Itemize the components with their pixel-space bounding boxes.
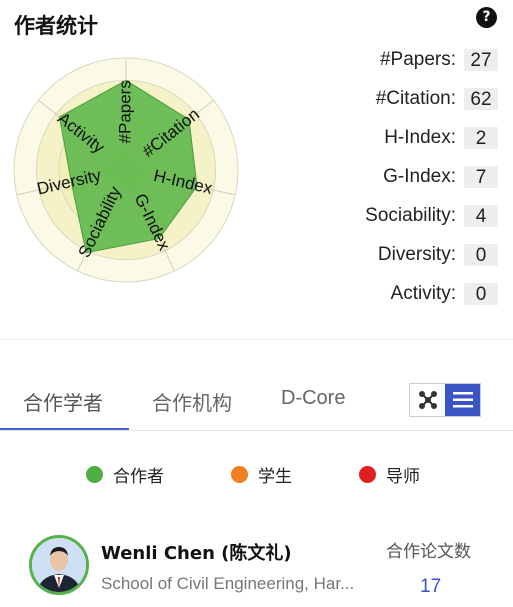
stat-label: Sociability:: [365, 204, 456, 226]
stat-value: 4: [464, 204, 498, 227]
coauthor-name[interactable]: Wenli Chen (陈文礼): [101, 539, 292, 565]
legend-label: 导师: [386, 467, 420, 487]
stat-h-index: H-Index: 2: [248, 118, 498, 157]
tab-d-core[interactable]: D-Core: [281, 387, 345, 410]
legend-dot: [86, 466, 103, 483]
tab-institutions[interactable]: 合作机构: [152, 387, 232, 416]
graph-view-icon[interactable]: [410, 384, 445, 416]
legend-dot: [231, 466, 248, 483]
help-icon[interactable]: ?: [476, 7, 497, 28]
tab-coauthors[interactable]: 合作学者: [23, 387, 103, 416]
stat-label: #Papers:: [379, 48, 456, 70]
stat-label: #Citation:: [375, 87, 456, 109]
coauthored-papers-count[interactable]: 17: [420, 576, 441, 598]
legend-dot: [359, 466, 376, 483]
legend-label: 合作者: [113, 467, 164, 487]
stat-value: 62: [464, 87, 498, 110]
stat-g-index: G-Index: 7: [248, 157, 498, 196]
stat-citation: #Citation: 62: [248, 79, 498, 118]
stat-value: 27: [464, 48, 498, 71]
legend-student: 学生: [231, 462, 292, 487]
legend-coauthor: 合作者: [86, 462, 164, 487]
legend-advisor: 导师: [359, 462, 420, 487]
coauthor-list-item[interactable]: Wenli Chen (陈文礼) School of Civil Enginee…: [0, 532, 513, 607]
page-title: 作者统计: [14, 14, 98, 38]
stat-sociability: Sociability: 4: [248, 196, 498, 235]
legend-label: 学生: [258, 467, 292, 487]
stat-diversity: Diversity: 0: [248, 235, 498, 274]
stats-panel: #Papers: 27 #Citation: 62 H-Index: 2 G-Inde…: [248, 40, 498, 313]
stat-value: 2: [464, 126, 498, 149]
radar-axis-label: #Papers: [115, 80, 134, 143]
stat-value: 7: [464, 165, 498, 188]
stat-label: G-Index:: [383, 165, 456, 187]
radar-chart: #Papers #CitationH-IndexG-IndexSociabilit…: [13, 57, 239, 283]
stat-activity: Activity: 0: [248, 274, 498, 313]
avatar[interactable]: [29, 535, 89, 595]
view-toggle: [409, 383, 481, 417]
active-tab-indicator: [0, 428, 129, 430]
stat-label: Diversity:: [377, 243, 456, 265]
list-view-icon[interactable]: [445, 384, 480, 416]
stat-value: 0: [464, 243, 498, 266]
stat-papers: #Papers: 27: [248, 40, 498, 79]
divider: [0, 339, 513, 340]
stat-label: Activity:: [390, 282, 456, 304]
stat-label: H-Index:: [384, 126, 456, 148]
coauthor-affiliation: School of Civil Engineering, Har...: [101, 574, 355, 593]
coauthored-papers-label: 合作论文数: [386, 542, 471, 562]
stat-value: 0: [464, 282, 498, 305]
tab-bar: 合作学者 合作机构 D-Core: [0, 372, 513, 431]
